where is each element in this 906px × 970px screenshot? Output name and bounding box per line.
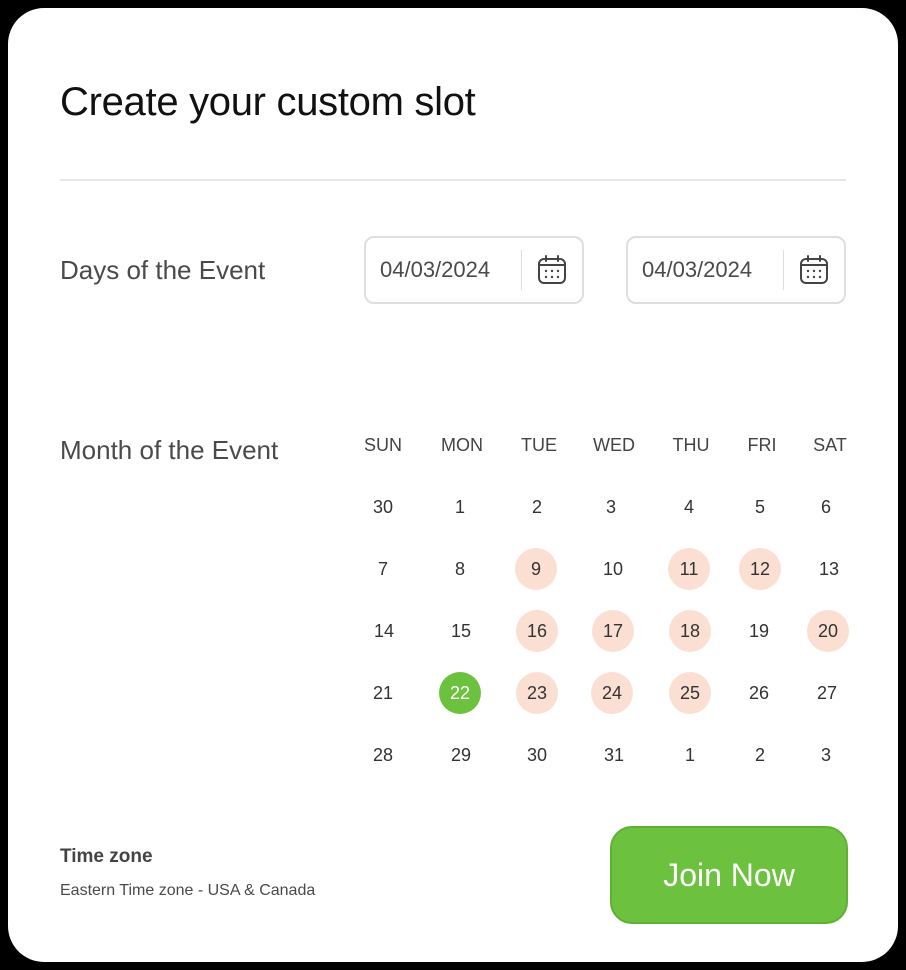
calendar-day-available[interactable]: 25	[669, 672, 711, 714]
calendar-day[interactable]: 5	[739, 486, 781, 528]
weekday-header: FRI	[747, 435, 777, 455]
calendar-day[interactable]: 30	[516, 734, 558, 776]
calendar-day[interactable]: 13	[808, 548, 850, 590]
calendar-day-available[interactable]: 23	[516, 672, 558, 714]
calendar-day-available[interactable]: 16	[516, 610, 558, 652]
calendar-day-available[interactable]: 9	[515, 548, 557, 590]
month-of-event-label: Month of the Event	[60, 435, 279, 465]
calendar-day-available[interactable]: 24	[591, 672, 633, 714]
calendar-day[interactable]: 30	[362, 486, 404, 528]
calendar-day[interactable]: 2	[739, 734, 781, 776]
calendar-day[interactable]: 15	[440, 610, 482, 652]
calendar-day[interactable]: 14	[363, 610, 405, 652]
start-date-input[interactable]: 04/03/2024	[364, 236, 584, 304]
calendar-day[interactable]: 2	[516, 486, 558, 528]
join-now-button[interactable]: Join Now	[610, 826, 848, 924]
calendar-day[interactable]: 4	[668, 486, 710, 528]
weekday-header: WED	[593, 435, 635, 455]
weekday-header: MON	[441, 435, 483, 455]
slot-card: Create your custom slot Days of the Even…	[8, 8, 898, 962]
calendar-day-available[interactable]: 18	[669, 610, 711, 652]
calendar-day[interactable]: 8	[439, 548, 481, 590]
calendar-day[interactable]: 1	[439, 486, 481, 528]
timezone-label: Time zone	[60, 846, 153, 867]
input-separator	[521, 250, 522, 290]
input-separator	[783, 250, 784, 290]
weekday-header: THU	[672, 435, 710, 455]
calendar-day[interactable]: 26	[738, 672, 780, 714]
calendar-day[interactable]: 3	[805, 734, 847, 776]
calendar-day[interactable]: 27	[806, 672, 848, 714]
weekday-header: TUE	[521, 435, 557, 455]
divider	[60, 179, 846, 181]
weekday-header: SUN	[363, 435, 403, 455]
end-date-input[interactable]: 04/03/2024	[626, 236, 846, 304]
calendar-day[interactable]: 10	[592, 548, 634, 590]
calendar-day[interactable]: 6	[805, 486, 847, 528]
calendar-day-available[interactable]: 12	[739, 548, 781, 590]
calendar-day[interactable]: 28	[362, 734, 404, 776]
calendar-day-available[interactable]: 11	[668, 548, 710, 590]
weekday-header: SAT	[813, 435, 847, 455]
calendar-day[interactable]: 21	[362, 672, 404, 714]
calendar-day[interactable]: 29	[440, 734, 482, 776]
calendar-day-available[interactable]: 20	[807, 610, 849, 652]
calendar-icon[interactable]	[536, 254, 568, 286]
calendar-day[interactable]: 3	[590, 486, 632, 528]
calendar-day[interactable]: 7	[362, 548, 404, 590]
start-date-value[interactable]: 04/03/2024	[380, 238, 490, 302]
days-of-event-label: Days of the Event	[60, 255, 266, 285]
end-date-value[interactable]: 04/03/2024	[642, 238, 752, 302]
calendar-day[interactable]: 19	[738, 610, 780, 652]
timezone-value: Eastern Time zone - USA & Canada	[60, 882, 316, 899]
calendar-day-selected[interactable]: 22	[439, 672, 481, 714]
page-title: Create your custom slot	[60, 80, 476, 124]
calendar-icon[interactable]	[798, 254, 830, 286]
calendar-day-available[interactable]: 17	[592, 610, 634, 652]
calendar-day[interactable]: 31	[593, 734, 635, 776]
calendar-day[interactable]: 1	[669, 734, 711, 776]
